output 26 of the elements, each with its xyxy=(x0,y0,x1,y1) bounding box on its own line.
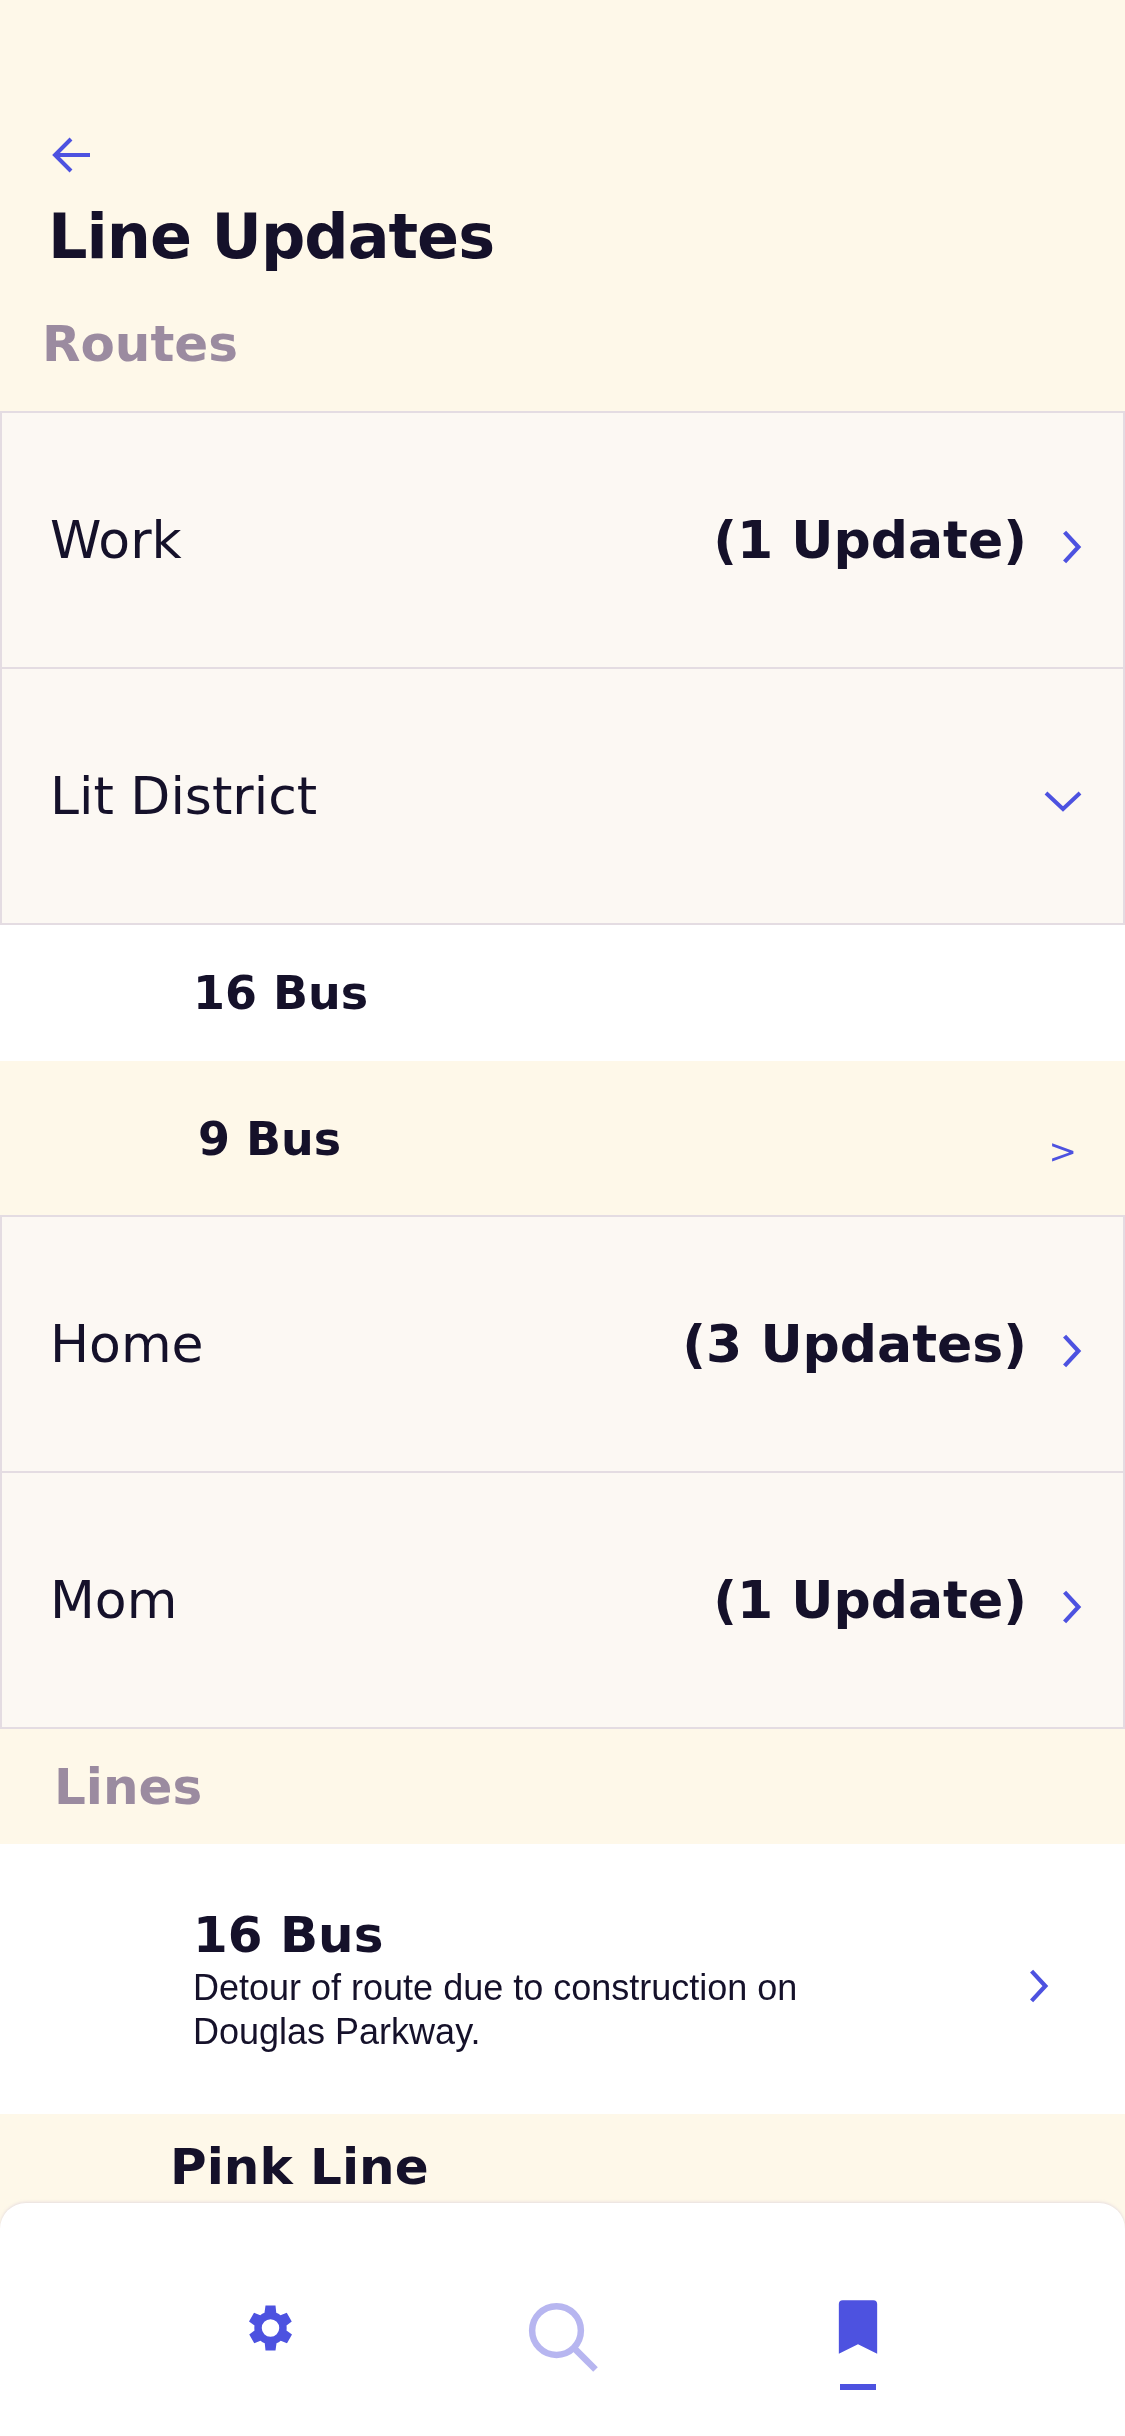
route-row[interactable]: Mom (1 Update) xyxy=(0,1471,1125,1729)
route-row[interactable]: Work (1 Update) xyxy=(0,411,1125,669)
chevron-text: > xyxy=(1048,1131,1077,1171)
sub-route-row[interactable]: 16 Bus xyxy=(0,925,1125,1061)
route-row[interactable]: Lit District xyxy=(0,667,1125,925)
route-name: Mom xyxy=(50,1570,178,1630)
chevron-right-icon xyxy=(1061,1589,1083,1625)
update-count: (1 Update) xyxy=(713,510,1027,570)
chevron-right-icon xyxy=(1061,529,1083,565)
update-count: (3 Updates) xyxy=(682,1314,1027,1374)
route-name: Home xyxy=(50,1314,204,1374)
route-row[interactable]: Home (3 Updates) xyxy=(0,1215,1125,1473)
section-heading: Routes xyxy=(42,314,239,375)
chevron-down-icon xyxy=(1043,790,1083,814)
sub-route-name: 16 Bus xyxy=(193,966,369,1020)
line-name: Pink Line xyxy=(170,2137,430,2198)
section-heading: Lines xyxy=(54,1756,203,1818)
route-name: Lit District xyxy=(50,766,318,826)
sub-route-name: 9 Bus xyxy=(198,1112,342,1166)
update-count: (1 Update) xyxy=(713,1570,1027,1630)
page-title: Line Updates xyxy=(48,199,495,275)
line-row[interactable]: 16 Bus Detour of route due to construction on Douglas Parkway. xyxy=(0,1844,1125,2114)
line-name: 16 Bus xyxy=(193,1905,385,1966)
route-name: Work xyxy=(50,510,182,570)
chevron-right-icon xyxy=(1061,1333,1083,1369)
line-description: Detour of route due to construction on Douglas Parkway. xyxy=(193,1966,799,2054)
